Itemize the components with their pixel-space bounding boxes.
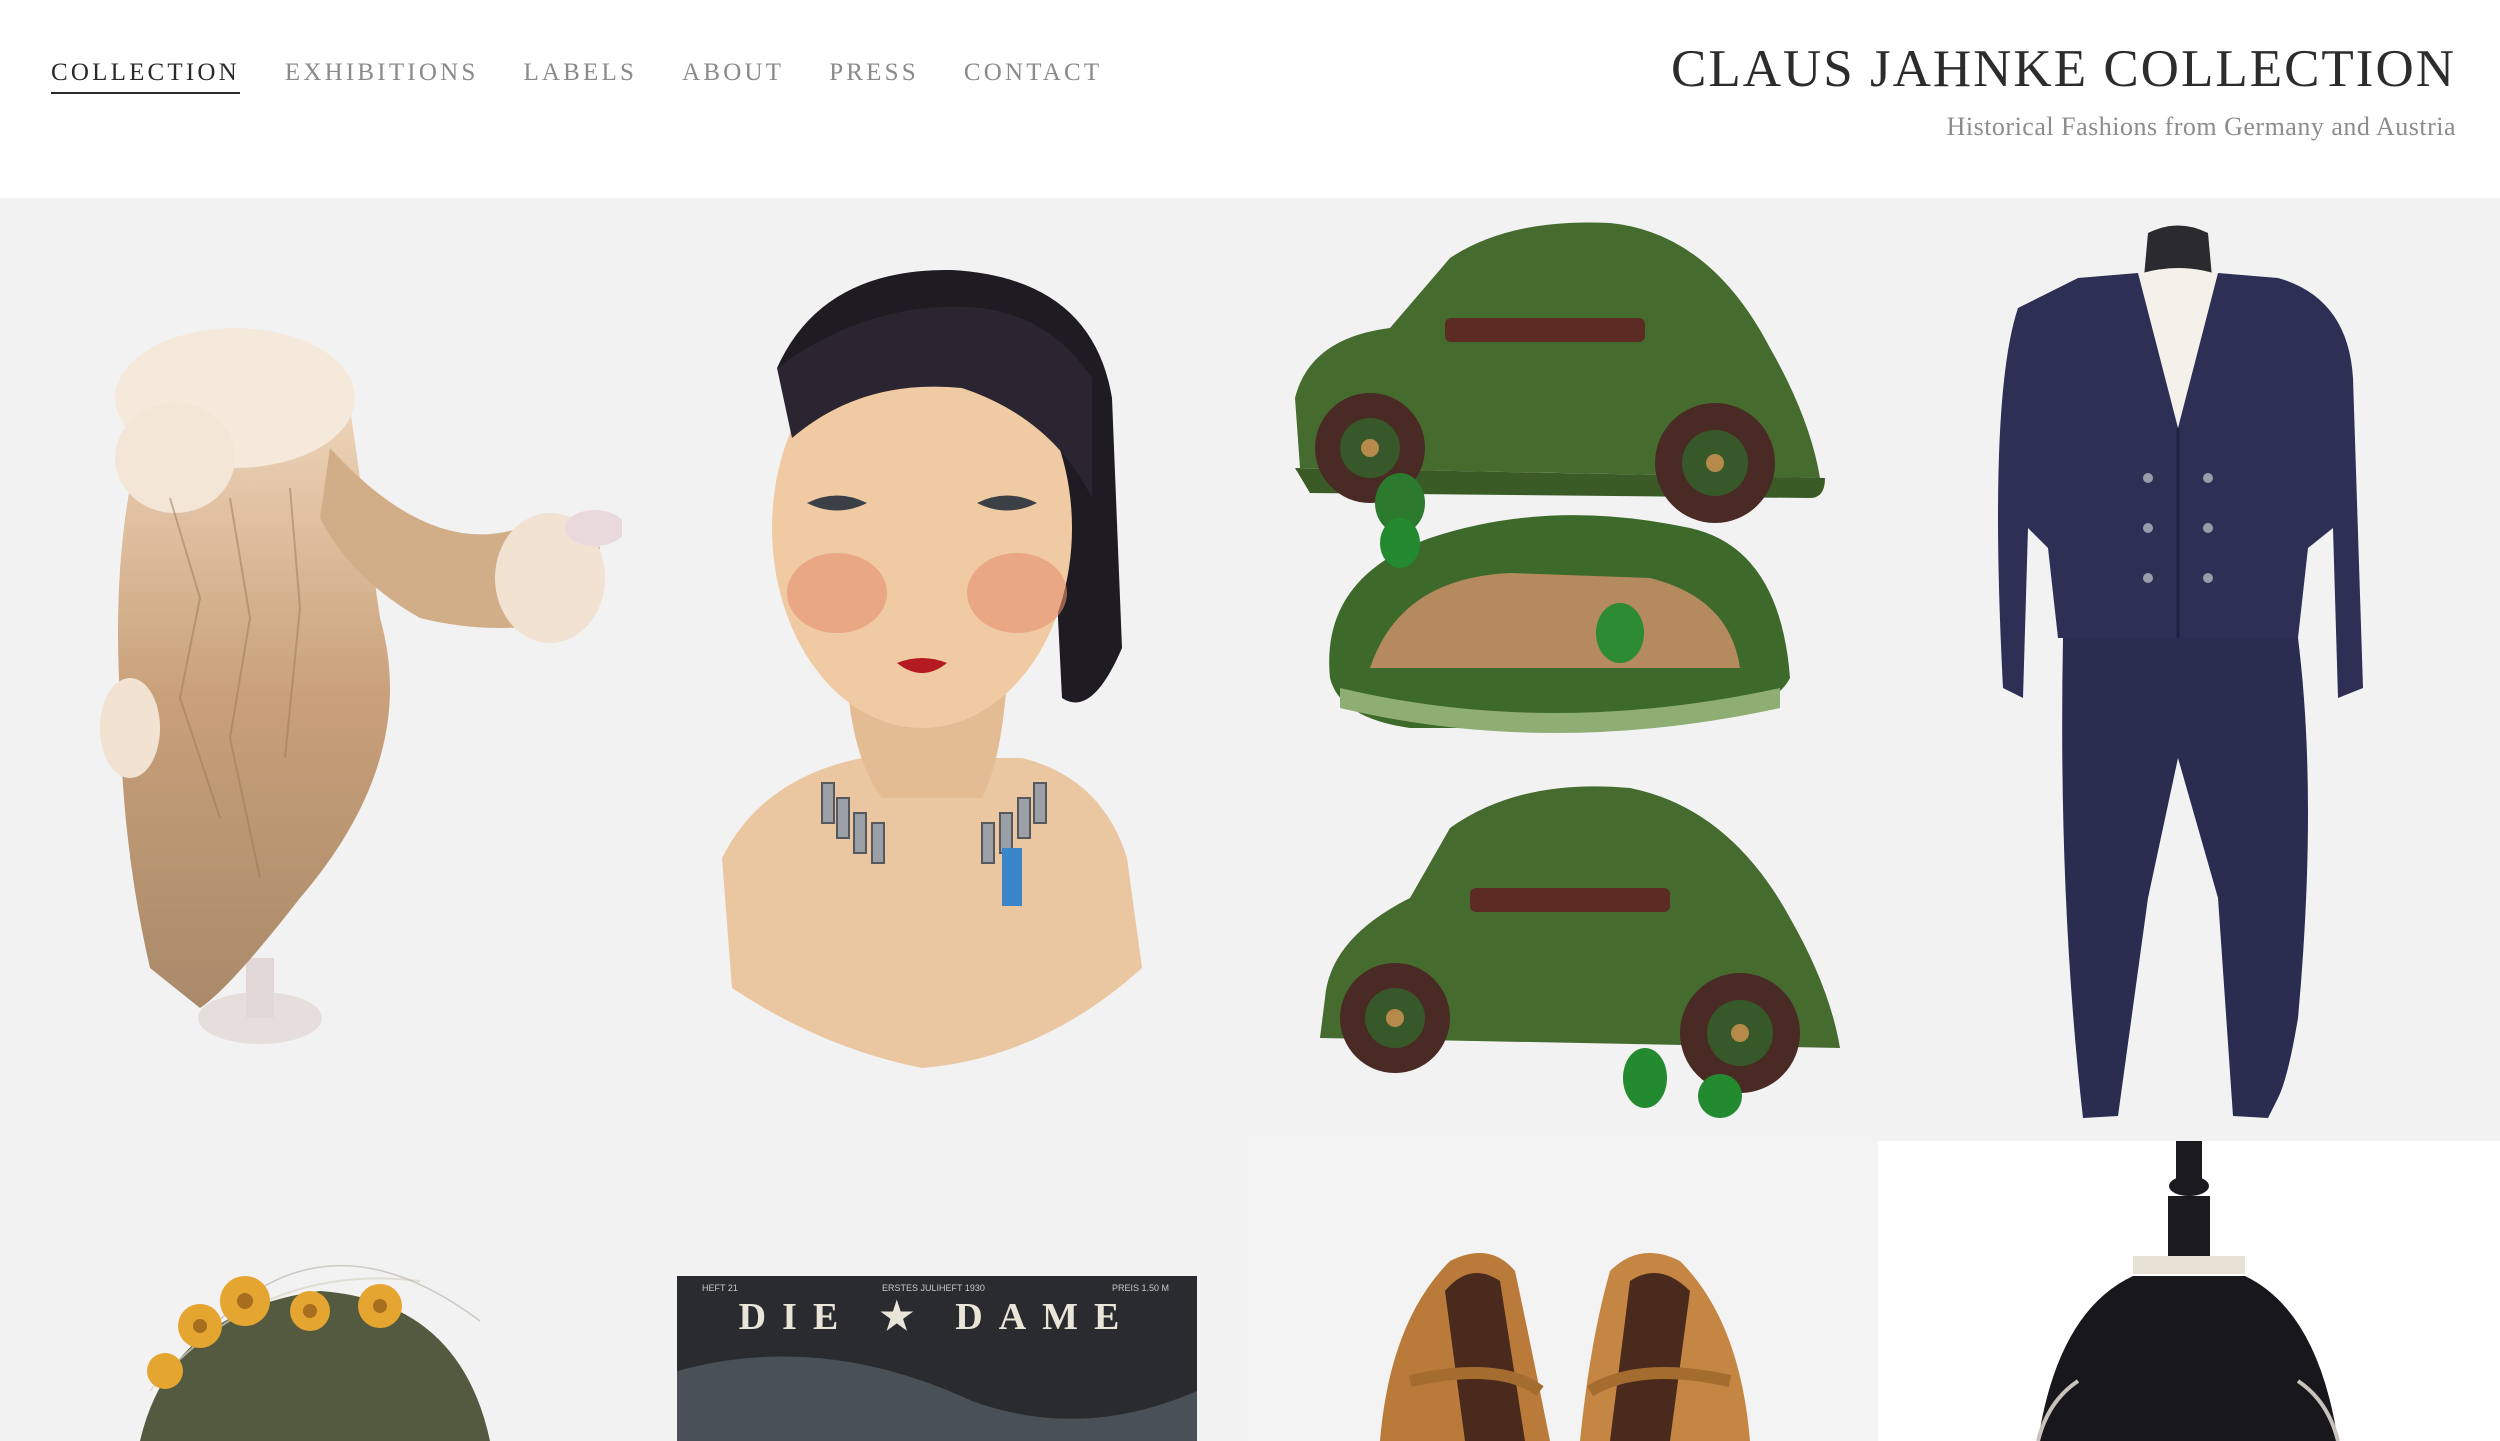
collection-item-car-bag[interactable] [1250, 198, 1878, 1141]
magazine-issue-right: PREIS 1.50 M [1112, 1283, 1169, 1293]
magazine-title: DIE ★ DAME [739, 1296, 1136, 1338]
nav-item-collection[interactable]: COLLECTION [51, 58, 240, 94]
nav-item-exhibitions[interactable]: EXHIBITIONS [285, 58, 479, 94]
site-subtitle: Historical Fashions from Germany and Aus… [1946, 112, 2456, 141]
nav-item-press[interactable]: PRESS [829, 58, 919, 94]
collection-grid: HEFT 21 ERSTES JULIHEFT 1930 PREIS 1.50 … [0, 198, 2500, 1441]
site-title[interactable]: CLAUS JAHNKE COLLECTION [1671, 36, 2456, 102]
floral-hat-image [140, 1264, 490, 1441]
brand: CLAUS JAHNKE COLLECTION Historical Fashi… [1671, 36, 2456, 142]
nav-item-contact[interactable]: CONTACT [964, 58, 1102, 94]
magazine-issue-left: HEFT 21 [702, 1283, 738, 1293]
collection-item-mannequin[interactable] [622, 198, 1250, 1141]
nav-item-about[interactable]: ABOUT [682, 58, 784, 94]
site-header: COLLECTION EXHIBITIONS LABELS ABOUT PRES… [0, 0, 2500, 198]
collection-item-magazine[interactable]: HEFT 21 ERSTES JULIHEFT 1930 PREIS 1.50 … [622, 1141, 1250, 1441]
collection-item-shoes[interactable] [1250, 1141, 1878, 1441]
fur-trimmed-coat-image [100, 328, 622, 1044]
collection-item-hat[interactable] [0, 1141, 622, 1441]
magazine-cover-image: HEFT 21 ERSTES JULIHEFT 1930 PREIS 1.50 … [677, 1276, 1197, 1441]
navy-suit-image [1998, 225, 2363, 1118]
leather-shoes-image [1380, 1253, 1750, 1441]
mannequin-head-image [722, 269, 1142, 1068]
magazine-issue-center: ERSTES JULIHEFT 1930 [882, 1283, 985, 1293]
nav-item-labels[interactable]: LABELS [523, 58, 637, 94]
collection-item-suit[interactable] [1878, 198, 2500, 1141]
dress-form-image [2036, 1141, 2340, 1441]
car-shaped-handbag-image [1295, 222, 1840, 1118]
main-nav: COLLECTION EXHIBITIONS LABELS ABOUT PRES… [51, 58, 1102, 94]
collection-item-coat[interactable] [0, 198, 622, 1141]
collection-item-dress-form[interactable] [1878, 1141, 2500, 1441]
